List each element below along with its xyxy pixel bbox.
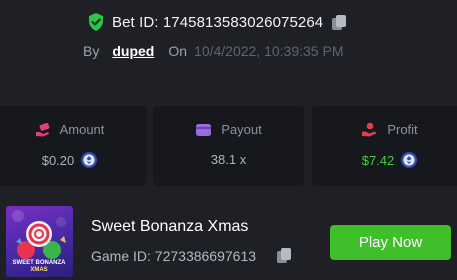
stat-label: Payout: [221, 122, 262, 137]
bet-header: Bet ID: 1745813583026075264 By duped On …: [0, 0, 457, 100]
bet-id: Bet ID: 1745813583026075264: [112, 13, 324, 31]
stat-card-amount: Amount $0.20: [0, 106, 147, 186]
money-hand-icon: [35, 122, 50, 136]
profit-hand-icon: [362, 122, 377, 137]
game-title: Sweet Bonanza Xmas: [91, 218, 249, 235]
game-thumbnail[interactable]: SWEET BONANZA XMAS: [6, 206, 73, 277]
game-art: SWEET BONANZA XMAS: [12, 210, 67, 273]
bet-meta-row: By duped On 10/4/2022, 10:39:35 PM: [83, 43, 343, 59]
stat-card-profit: Profit $7.42: [312, 106, 457, 186]
on-label: On: [168, 43, 188, 59]
game-info: SWEET BONANZA XMAS Sweet Bonanza Xmas Ga…: [0, 203, 457, 280]
stat-card-payout: Payout 38.1 x: [153, 106, 304, 186]
game-id-row: Game ID: 7273386697613: [91, 247, 292, 264]
game-logo-text: SWEET BONANZA: [13, 260, 67, 266]
stat-value: 38.1 x: [210, 152, 247, 167]
shield-check-icon: [89, 13, 103, 31]
bet-id-row: Bet ID: 1745813583026075264: [88, 13, 347, 31]
wallet-icon: [196, 123, 212, 136]
bet-stats: Amount $0.20 Payout 38.1 x Profit $7.42: [0, 106, 457, 186]
user-link[interactable]: duped: [112, 43, 154, 59]
stat-value: $0.20: [41, 152, 75, 168]
bet-date: 10/4/2022, 10:39:35 PM: [194, 43, 344, 59]
by-label: By: [83, 43, 100, 59]
copy-icon[interactable]: [331, 14, 347, 31]
game-logo-subtext: XMAS: [30, 267, 47, 273]
stat-value: $7.42: [361, 152, 395, 168]
stat-label: Profit: [387, 122, 418, 137]
game-id: Game ID: 7273386697613: [91, 247, 257, 264]
copy-icon[interactable]: [276, 247, 292, 264]
coin-icon: [81, 152, 98, 168]
coin-icon: [401, 152, 418, 168]
play-now-button[interactable]: Play Now: [330, 225, 451, 260]
stat-label: Amount: [59, 122, 105, 137]
